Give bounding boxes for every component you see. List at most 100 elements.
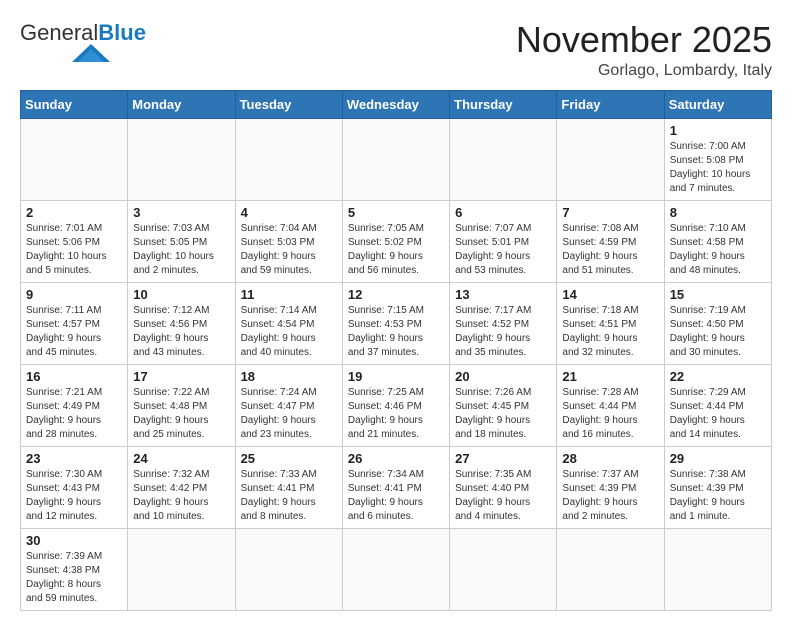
- calendar-cell: [664, 528, 771, 610]
- calendar-cell: 13Sunrise: 7:17 AM Sunset: 4:52 PM Dayli…: [450, 282, 557, 364]
- day-info: Sunrise: 7:08 AM Sunset: 4:59 PM Dayligh…: [562, 222, 658, 278]
- day-number: 6: [455, 205, 551, 220]
- calendar-cell: 23 Sunrise: 7:30 AM Sunset: 4:43 PM Dayli…: [21, 446, 128, 528]
- calendar-cell: 22 Sunrise: 7:29 AM Sunset: 4:44 PM Dayli…: [664, 364, 771, 446]
- calendar-cell: 25 Sunrise: 7:33 AM Sunset: 4:41 PM Dayli…: [235, 446, 342, 528]
- day-info: Sunrise: 7:37 AM Sunset: 4:39 PM Dayligh…: [562, 468, 658, 524]
- day-number: 25: [241, 451, 337, 466]
- day-info: Sunrise: 7:29 AM Sunset: 4:44 PM Dayligh…: [670, 386, 766, 442]
- day-info: Sunrise: 7:04 AM Sunset: 5:03 PM Dayligh…: [241, 222, 337, 278]
- calendar-cell: 29 Sunrise: 7:38 AM Sunset: 4:39 PM Dayli…: [664, 446, 771, 528]
- day-info: Sunrise: 7:10 AM Sunset: 4:58 PM Dayligh…: [670, 222, 766, 278]
- week-row-2: 2 Sunrise: 7:01 AM Sunset: 5:06 PM Daylig…: [21, 200, 772, 282]
- day-number: 14: [562, 287, 658, 302]
- day-header-monday: Monday: [128, 90, 235, 118]
- calendar-cell: 9 Sunrise: 7:11 AM Sunset: 4:57 PM Daylig…: [21, 282, 128, 364]
- calendar-cell: [450, 118, 557, 200]
- location-title: Gorlago, Lombardy, Italy: [516, 62, 772, 80]
- logo-general-text: General: [20, 20, 98, 46]
- calendar-header-row: SundayMondayTuesdayWednesdayThursdayFrid…: [21, 90, 772, 118]
- day-number: 17: [133, 369, 229, 384]
- day-info: Sunrise: 7:12 AM Sunset: 4:56 PM Dayligh…: [133, 304, 229, 360]
- calendar-cell: 19Sunrise: 7:25 AM Sunset: 4:46 PM Dayli…: [342, 364, 449, 446]
- calendar-cell: [235, 528, 342, 610]
- day-number: 12: [348, 287, 444, 302]
- calendar-cell: [235, 118, 342, 200]
- day-number: 2: [26, 205, 122, 220]
- day-number: 29: [670, 451, 766, 466]
- day-info: Sunrise: 7:01 AM Sunset: 5:06 PM Dayligh…: [26, 222, 122, 278]
- calendar-cell: 17 Sunrise: 7:22 AM Sunset: 4:48 PM Dayli…: [128, 364, 235, 446]
- calendar-cell: 5Sunrise: 7:05 AM Sunset: 5:02 PM Daylig…: [342, 200, 449, 282]
- day-info: Sunrise: 7:32 AM Sunset: 4:42 PM Dayligh…: [133, 468, 229, 524]
- logo-blue-text: Blue: [98, 20, 146, 46]
- title-section: November 2025 Gorlago, Lombardy, Italy: [516, 20, 772, 80]
- week-row-6: 30 Sunrise: 7:39 AM Sunset: 4:38 PM Dayli…: [21, 528, 772, 610]
- day-info: Sunrise: 7:39 AM Sunset: 4:38 PM Dayligh…: [26, 550, 122, 606]
- day-number: 26: [348, 451, 444, 466]
- day-info: Sunrise: 7:24 AM Sunset: 4:47 PM Dayligh…: [241, 386, 337, 442]
- day-info: Sunrise: 7:22 AM Sunset: 4:48 PM Dayligh…: [133, 386, 229, 442]
- day-info: Sunrise: 7:03 AM Sunset: 5:05 PM Dayligh…: [133, 222, 229, 278]
- day-number: 1: [670, 123, 766, 138]
- day-info: Sunrise: 7:19 AM Sunset: 4:50 PM Dayligh…: [670, 304, 766, 360]
- calendar-cell: 14Sunrise: 7:18 AM Sunset: 4:51 PM Dayli…: [557, 282, 664, 364]
- calendar-cell: 21Sunrise: 7:28 AM Sunset: 4:44 PM Dayli…: [557, 364, 664, 446]
- day-number: 21: [562, 369, 658, 384]
- day-info: Sunrise: 7:15 AM Sunset: 4:53 PM Dayligh…: [348, 304, 444, 360]
- calendar-cell: 15 Sunrise: 7:19 AM Sunset: 4:50 PM Dayli…: [664, 282, 771, 364]
- day-number: 20: [455, 369, 551, 384]
- day-number: 16: [26, 369, 122, 384]
- calendar-cell: [557, 528, 664, 610]
- week-row-5: 23 Sunrise: 7:30 AM Sunset: 4:43 PM Dayli…: [21, 446, 772, 528]
- day-number: 22: [670, 369, 766, 384]
- day-number: 30: [26, 533, 122, 548]
- day-info: Sunrise: 7:07 AM Sunset: 5:01 PM Dayligh…: [455, 222, 551, 278]
- day-number: 28: [562, 451, 658, 466]
- day-number: 3: [133, 205, 229, 220]
- day-info: Sunrise: 7:17 AM Sunset: 4:52 PM Dayligh…: [455, 304, 551, 360]
- header: General Blue November 2025 Gorlago, Lomb…: [20, 20, 772, 80]
- week-row-1: 1 Sunrise: 7:00 AM Sunset: 5:08 PM Daylig…: [21, 118, 772, 200]
- calendar-cell: 4Sunrise: 7:04 AM Sunset: 5:03 PM Daylig…: [235, 200, 342, 282]
- day-header-tuesday: Tuesday: [235, 90, 342, 118]
- day-info: Sunrise: 7:14 AM Sunset: 4:54 PM Dayligh…: [241, 304, 337, 360]
- calendar-cell: 2 Sunrise: 7:01 AM Sunset: 5:06 PM Daylig…: [21, 200, 128, 282]
- week-row-3: 9 Sunrise: 7:11 AM Sunset: 4:57 PM Daylig…: [21, 282, 772, 364]
- day-number: 10: [133, 287, 229, 302]
- day-info: Sunrise: 7:11 AM Sunset: 4:57 PM Dayligh…: [26, 304, 122, 360]
- calendar-cell: [450, 528, 557, 610]
- logo-icon: [72, 44, 110, 62]
- calendar-cell: [342, 528, 449, 610]
- calendar-cell: [128, 118, 235, 200]
- day-number: 27: [455, 451, 551, 466]
- calendar-cell: 1 Sunrise: 7:00 AM Sunset: 5:08 PM Daylig…: [664, 118, 771, 200]
- day-number: 8: [670, 205, 766, 220]
- day-number: 15: [670, 287, 766, 302]
- calendar-cell: 28 Sunrise: 7:37 AM Sunset: 4:39 PM Dayli…: [557, 446, 664, 528]
- logo: General Blue: [20, 20, 146, 67]
- calendar-cell: 8 Sunrise: 7:10 AM Sunset: 4:58 PM Daylig…: [664, 200, 771, 282]
- day-info: Sunrise: 7:35 AM Sunset: 4:40 PM Dayligh…: [455, 468, 551, 524]
- calendar-cell: 26Sunrise: 7:34 AM Sunset: 4:41 PM Dayli…: [342, 446, 449, 528]
- calendar-cell: 24 Sunrise: 7:32 AM Sunset: 4:42 PM Dayli…: [128, 446, 235, 528]
- day-header-friday: Friday: [557, 90, 664, 118]
- day-number: 7: [562, 205, 658, 220]
- day-number: 9: [26, 287, 122, 302]
- day-header-wednesday: Wednesday: [342, 90, 449, 118]
- day-info: Sunrise: 7:26 AM Sunset: 4:45 PM Dayligh…: [455, 386, 551, 442]
- calendar-cell: 11 Sunrise: 7:14 AM Sunset: 4:54 PM Dayli…: [235, 282, 342, 364]
- calendar-cell: 12 Sunrise: 7:15 AM Sunset: 4:53 PM Dayli…: [342, 282, 449, 364]
- day-number: 23: [26, 451, 122, 466]
- day-header-thursday: Thursday: [450, 90, 557, 118]
- day-info: Sunrise: 7:33 AM Sunset: 4:41 PM Dayligh…: [241, 468, 337, 524]
- day-number: 24: [133, 451, 229, 466]
- day-info: Sunrise: 7:30 AM Sunset: 4:43 PM Dayligh…: [26, 468, 122, 524]
- calendar-cell: 16Sunrise: 7:21 AM Sunset: 4:49 PM Dayli…: [21, 364, 128, 446]
- day-info: Sunrise: 7:38 AM Sunset: 4:39 PM Dayligh…: [670, 468, 766, 524]
- day-info: Sunrise: 7:00 AM Sunset: 5:08 PM Dayligh…: [670, 140, 766, 196]
- day-number: 18: [241, 369, 337, 384]
- day-number: 11: [241, 287, 337, 302]
- day-info: Sunrise: 7:25 AM Sunset: 4:46 PM Dayligh…: [348, 386, 444, 442]
- calendar-cell: 10 Sunrise: 7:12 AM Sunset: 4:56 PM Dayli…: [128, 282, 235, 364]
